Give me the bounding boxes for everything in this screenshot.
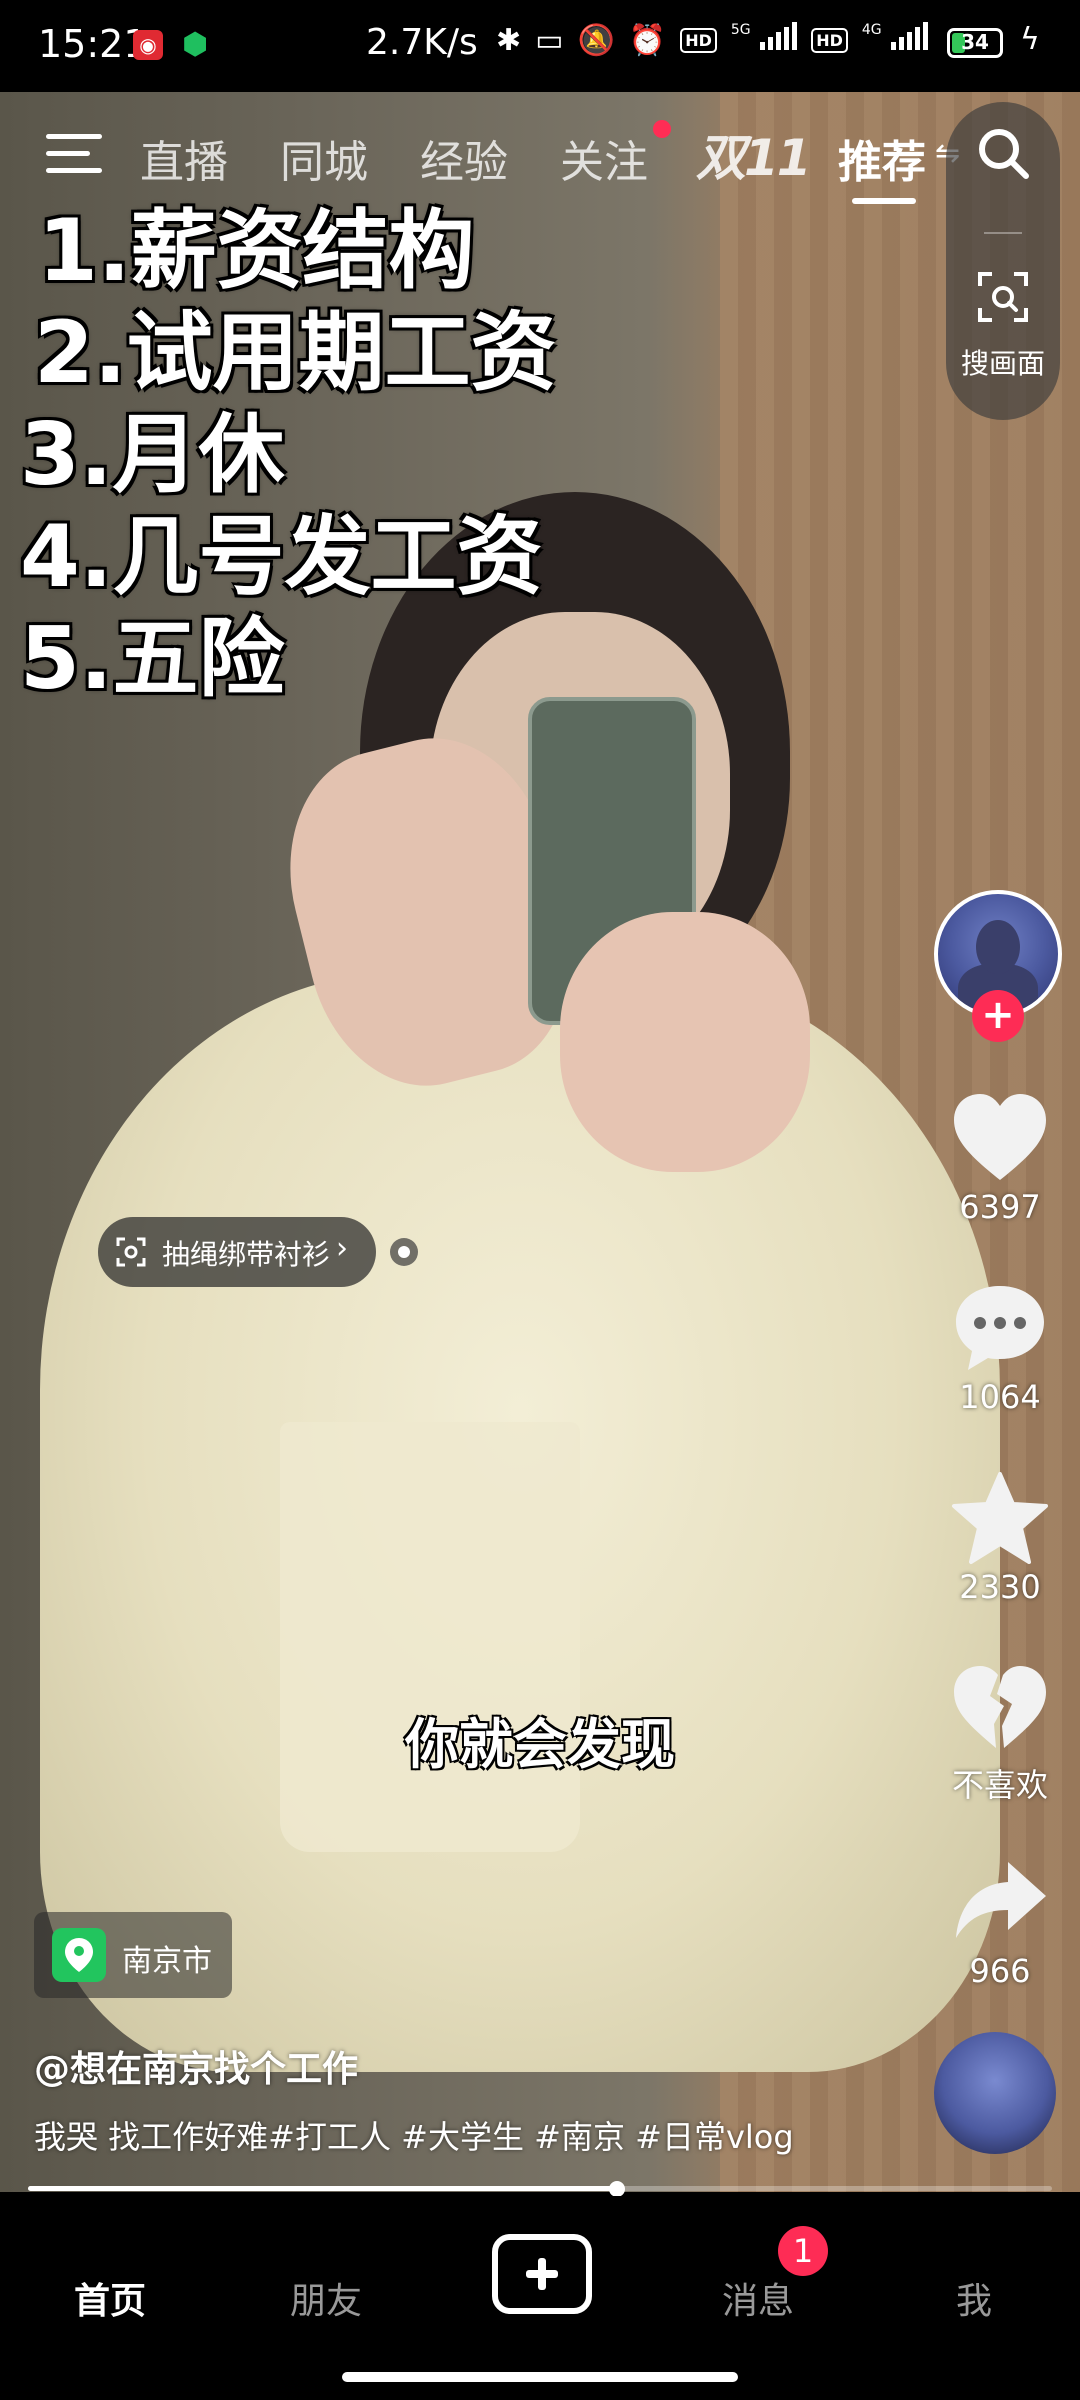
scan-image-icon[interactable]: [976, 270, 1030, 324]
following-notification-dot: [653, 120, 671, 138]
progress-knob[interactable]: [608, 2181, 625, 2197]
battery-level: 34: [961, 30, 989, 54]
tab-live[interactable]: 直播: [140, 126, 228, 190]
search-divider: [984, 232, 1022, 234]
music-disc-avatar[interactable]: [934, 2032, 1056, 2154]
overlay-line: 2.试用期工资: [34, 303, 557, 403]
location-label: 南京市: [122, 1944, 212, 1979]
video-caption[interactable]: 我哭 找工作好难#打工人 #大学生 #南京 #日常vlog: [34, 2112, 794, 2158]
location-tag[interactable]: 南京市: [34, 1912, 232, 1998]
chevron-right-icon: ›: [336, 1231, 348, 1266]
douyin-feed-screen: 15:21 ◉ ⬢ 2.7K/s ✱ ▭ 🔕 ⏰ HD 5G HD 4G 34 …: [0, 0, 1080, 2400]
tab-local[interactable]: 同城: [280, 126, 368, 190]
nav-me[interactable]: 我: [956, 2272, 992, 2324]
bottom-nav: 首页 朋友 消息 1 我: [0, 2196, 1080, 2400]
network-type-4g: 4G: [861, 22, 882, 38]
shield-icon: ⬢: [182, 27, 209, 62]
product-tag-label: 抽绳绑带衬衫: [162, 1238, 331, 1271]
overlay-line: 3.月休: [20, 405, 285, 505]
location-pin-icon: [52, 1928, 106, 1982]
nav-home[interactable]: 首页: [74, 2272, 146, 2324]
status-time: 15:21: [38, 22, 148, 66]
menu-icon[interactable]: [46, 132, 102, 176]
overlay-line: 5.五险: [20, 609, 285, 709]
author-name[interactable]: @想在南京找个工作: [34, 2040, 358, 2092]
overlay-line: 4.几号发工资: [20, 507, 543, 607]
comment-icon[interactable]: [950, 1280, 1050, 1376]
search-icon[interactable]: [976, 126, 1030, 180]
broken-heart-icon[interactable]: [950, 1662, 1050, 1758]
app-notification-icon: ◉: [133, 30, 163, 60]
scan-image-label[interactable]: 搜画面: [946, 342, 1060, 382]
messages-badge: 1: [778, 2226, 828, 2276]
favorite-star-icon[interactable]: [950, 1470, 1050, 1566]
like-count: 6397: [959, 1188, 1041, 1226]
hd-icon: HD: [680, 27, 717, 53]
follow-plus-button[interactable]: +: [972, 990, 1024, 1042]
like-heart-icon[interactable]: [950, 1090, 1050, 1186]
signal-icon: 5G: [730, 22, 798, 58]
video-subject-bag: [280, 1422, 580, 1852]
signal-icon-2: 4G: [861, 22, 929, 58]
active-tab-indicator: [852, 198, 916, 204]
status-icons: ✱ ▭ 🔕 ⏰ HD 5G HD 4G: [496, 22, 929, 58]
tab-following[interactable]: 关注: [560, 126, 648, 190]
home-indicator[interactable]: [342, 2372, 738, 2382]
search-panel: 搜画面: [946, 102, 1060, 420]
share-count: 966: [969, 1952, 1031, 1990]
network-type-5g: 5G: [730, 22, 751, 38]
video-subject-hand-2: [560, 912, 810, 1172]
progress-fill: [28, 2186, 617, 2191]
playback-progress-bar[interactable]: [28, 2181, 1052, 2197]
hd-icon-2: HD: [811, 27, 848, 53]
nav-friends[interactable]: 朋友: [290, 2272, 362, 2324]
bluetooth-icon: ✱: [496, 22, 522, 58]
tab-experience[interactable]: 经验: [420, 126, 508, 190]
vibrate-icon: ▭: [535, 22, 564, 58]
overlay-line: 1.薪资结构: [38, 201, 475, 301]
scan-product-icon: [116, 1237, 146, 1267]
share-arrow-icon[interactable]: [950, 1854, 1050, 1950]
network-speed: 2.7K/s: [366, 22, 478, 63]
video-subtitle: 你就会发现: [405, 1713, 675, 1776]
tab-recommended[interactable]: 推荐: [838, 126, 926, 190]
alarm-icon: ⏰: [628, 22, 667, 58]
battery-icon: 34: [947, 28, 1003, 58]
video-overlay-text: 1.薪资结构 2.试用期工资 3.月休 4.几号发工资 5.五险: [20, 200, 557, 710]
favorite-count: 2330: [959, 1568, 1041, 1606]
comment-count: 1064: [959, 1378, 1041, 1416]
tab-double-eleven-promo[interactable]: 双11: [696, 118, 812, 190]
product-tag[interactable]: 抽绳绑带衬衫 ›: [98, 1217, 376, 1287]
dislike-label: 不喜欢: [951, 1766, 1048, 1804]
charging-icon: ϟ: [1020, 22, 1040, 57]
mute-icon: 🔕: [577, 22, 615, 58]
product-anchor-dot[interactable]: [390, 1238, 418, 1266]
nav-messages[interactable]: 消息: [722, 2272, 794, 2324]
create-plus-button[interactable]: [492, 2234, 592, 2314]
status-bar: 15:21 ◉ ⬢ 2.7K/s ✱ ▭ 🔕 ⏰ HD 5G HD 4G 34 …: [0, 0, 1080, 92]
